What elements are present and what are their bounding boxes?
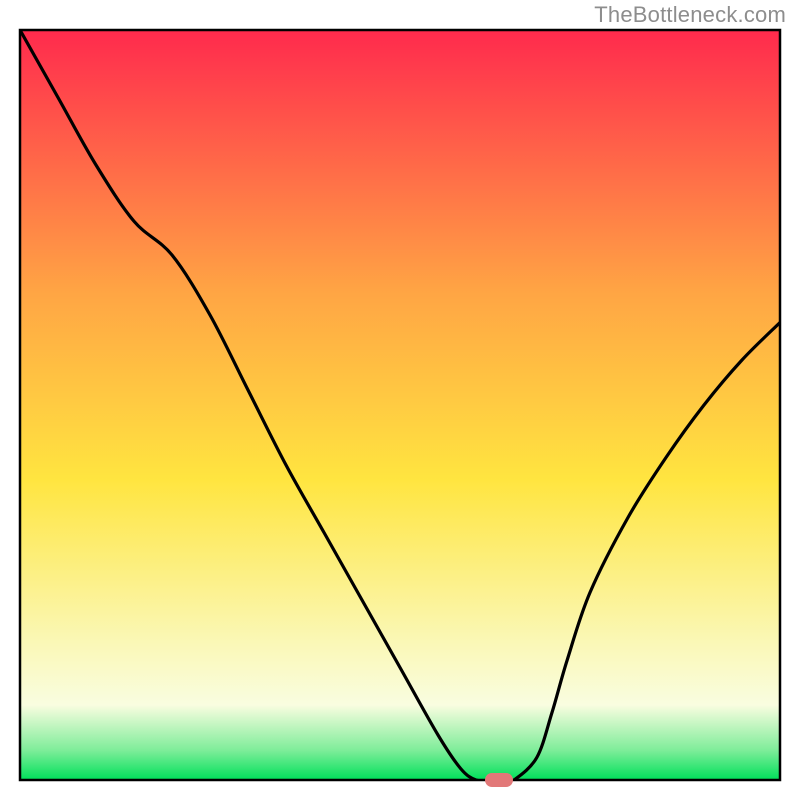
bottleneck-chart [0,0,800,800]
optimal-point-marker [485,773,513,787]
